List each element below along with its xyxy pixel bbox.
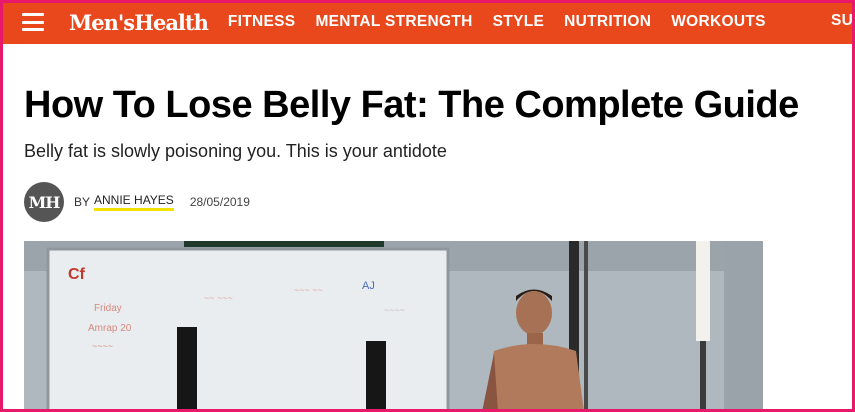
top-navigation-bar: Men'sHealth FITNESS MENTAL STRENGTH STYL… — [0, 0, 855, 44]
svg-text:Amrap 20: Amrap 20 — [88, 323, 132, 334]
nav-item-style[interactable]: STYLE — [493, 13, 544, 31]
svg-text:Friday: Friday — [94, 303, 122, 314]
nav-item-fitness[interactable]: FITNESS — [228, 13, 296, 31]
hero-photo-illustration: Cf Friday Amrap 20 ~~~~ ~~ ~~~ ~~~ ~~ AJ… — [24, 241, 763, 412]
hero-image: Cf Friday Amrap 20 ~~~~ ~~ ~~~ ~~~ ~~ AJ… — [24, 241, 763, 412]
svg-text:~~ ~~~: ~~ ~~~ — [204, 293, 233, 303]
byline: MH BY ANNIE HAYES 28/05/2019 — [24, 182, 250, 222]
publish-date: 28/05/2019 — [189, 195, 250, 209]
nav-item-workouts[interactable]: WORKOUTS — [671, 13, 766, 31]
author-link[interactable]: ANNIE HAYES — [94, 193, 174, 211]
svg-text:~~~~: ~~~~ — [92, 341, 113, 351]
nav-item-nutrition[interactable]: NUTRITION — [564, 13, 651, 31]
nav-item-mental-strength[interactable]: MENTAL STRENGTH — [315, 13, 472, 31]
svg-text:~~~ ~~: ~~~ ~~ — [294, 285, 323, 295]
article-title: How To Lose Belly Fat: The Complete Guid… — [24, 84, 799, 126]
nav-item-overflow[interactable]: SU — [831, 12, 853, 30]
site-logo[interactable]: Men'sHealth — [69, 10, 209, 35]
svg-text:AJ: AJ — [362, 280, 375, 292]
svg-text:Cf: Cf — [68, 266, 86, 283]
byline-prefix: BY — [74, 195, 91, 209]
author-avatar[interactable]: MH — [24, 182, 64, 222]
hamburger-menu-icon[interactable] — [22, 13, 44, 31]
svg-text:~~~~: ~~~~ — [384, 305, 405, 315]
article-subtitle: Belly fat is slowly poisoning you. This … — [24, 141, 447, 161]
nav-menu: FITNESS MENTAL STRENGTH STYLE NUTRITION … — [228, 13, 786, 31]
